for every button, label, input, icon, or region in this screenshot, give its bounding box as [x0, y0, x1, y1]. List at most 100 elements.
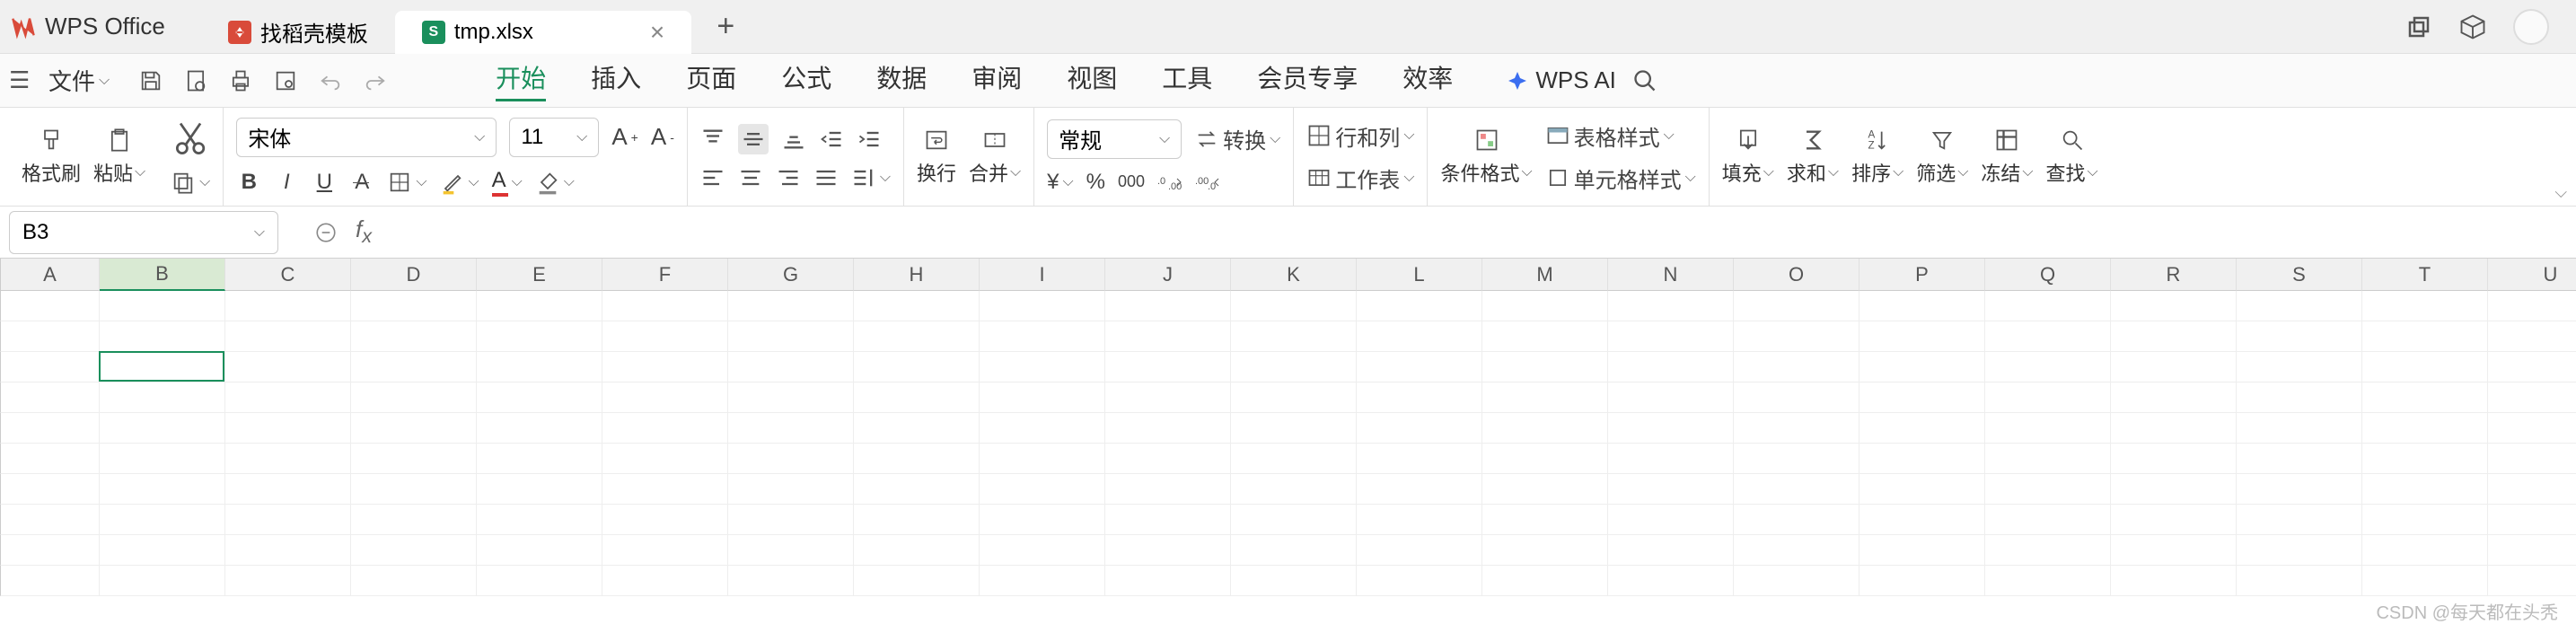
cell[interactable]	[1482, 382, 1608, 413]
cell[interactable]	[980, 535, 1105, 566]
column-header[interactable]: J	[1105, 259, 1231, 291]
cell[interactable]	[1357, 535, 1482, 566]
font-name-combo[interactable]: 宋体⌵	[236, 118, 497, 157]
fx-icon[interactable]: fx	[356, 215, 372, 248]
cell[interactable]	[854, 535, 980, 566]
cell[interactable]	[1105, 444, 1231, 474]
name-box[interactable]: B3 ⌵	[9, 211, 278, 254]
column-header[interactable]: D	[351, 259, 477, 291]
decrease-indent-icon[interactable]	[819, 127, 844, 152]
cancel-icon[interactable]	[314, 221, 338, 244]
align-top-icon[interactable]	[700, 127, 725, 152]
cell[interactable]	[1734, 291, 1859, 321]
cell[interactable]	[2111, 444, 2237, 474]
cell[interactable]	[225, 291, 351, 321]
cell[interactable]	[2362, 474, 2488, 505]
cell[interactable]	[2111, 352, 2237, 382]
window-restore-icon[interactable]	[2405, 13, 2432, 40]
sum-button[interactable]: 求和⌵	[1787, 127, 1839, 187]
cell[interactable]	[1734, 382, 1859, 413]
cell[interactable]	[2237, 291, 2362, 321]
column-header[interactable]: T	[2362, 259, 2488, 291]
cell[interactable]	[1608, 382, 1734, 413]
cell[interactable]	[1859, 444, 1985, 474]
cell[interactable]	[100, 382, 225, 413]
cell[interactable]	[602, 566, 728, 596]
cell[interactable]	[1231, 413, 1357, 444]
format-painter-button[interactable]: 格式刷	[22, 127, 81, 187]
cell[interactable]	[2362, 321, 2488, 352]
cell[interactable]	[1105, 566, 1231, 596]
tab-formula[interactable]: 公式	[781, 59, 831, 101]
cell[interactable]	[728, 566, 854, 596]
cell[interactable]	[2237, 566, 2362, 596]
column-header[interactable]: M	[1482, 259, 1608, 291]
cell[interactable]	[854, 321, 980, 352]
cell[interactable]	[1859, 382, 1985, 413]
cell[interactable]	[2111, 291, 2237, 321]
cond-format-button[interactable]: 条件格式⌵	[1440, 127, 1532, 187]
cell[interactable]	[100, 444, 225, 474]
tab-insert[interactable]: 插入	[591, 59, 641, 101]
cell[interactable]	[1608, 474, 1734, 505]
cell[interactable]	[2237, 352, 2362, 382]
cell[interactable]	[351, 505, 477, 535]
cell[interactable]	[980, 413, 1105, 444]
cell[interactable]	[1608, 291, 1734, 321]
cell[interactable]	[1231, 382, 1357, 413]
cell[interactable]	[477, 352, 602, 382]
cell[interactable]	[1357, 291, 1482, 321]
find-button[interactable]: 查找⌵	[2046, 127, 2098, 187]
new-tab-button[interactable]: +	[708, 9, 743, 44]
column-header[interactable]: R	[2111, 259, 2237, 291]
cell[interactable]	[980, 321, 1105, 352]
cell[interactable]	[477, 382, 602, 413]
cell[interactable]	[1231, 444, 1357, 474]
cell[interactable]	[1105, 535, 1231, 566]
cell[interactable]	[351, 474, 477, 505]
ribbon-collapse-icon[interactable]: ⌵	[2554, 183, 2567, 202]
cell[interactable]	[2111, 413, 2237, 444]
borders-button[interactable]: ⌵	[387, 170, 426, 195]
cube-icon[interactable]	[2459, 13, 2486, 40]
cell[interactable]	[100, 566, 225, 596]
orientation-button[interactable]: ⌵	[851, 165, 891, 190]
column-header[interactable]: I	[980, 259, 1105, 291]
cell[interactable]	[2488, 444, 2576, 474]
cell[interactable]	[1482, 444, 1608, 474]
cell[interactable]	[2237, 321, 2362, 352]
search-icon[interactable]	[1632, 68, 1657, 93]
wps-ai-button[interactable]: WPS AI	[1507, 66, 1616, 94]
cell[interactable]	[1985, 566, 2111, 596]
cell[interactable]	[1859, 474, 1985, 505]
cell[interactable]	[1231, 474, 1357, 505]
cell[interactable]	[602, 444, 728, 474]
italic-button[interactable]: I	[274, 170, 299, 195]
cell[interactable]	[1734, 321, 1859, 352]
cell[interactable]	[225, 382, 351, 413]
wrap-button[interactable]: 换行	[917, 127, 956, 187]
cell[interactable]	[351, 352, 477, 382]
cell[interactable]	[1482, 321, 1608, 352]
cell[interactable]	[100, 474, 225, 505]
cell[interactable]	[1608, 566, 1734, 596]
cell[interactable]	[1859, 352, 1985, 382]
cell-style-button[interactable]: 单元格样式⌵	[1545, 163, 1696, 194]
cell[interactable]	[1608, 535, 1734, 566]
cell[interactable]	[225, 321, 351, 352]
cell[interactable]	[980, 566, 1105, 596]
cell[interactable]	[225, 413, 351, 444]
cell[interactable]	[351, 535, 477, 566]
cell[interactable]	[225, 566, 351, 596]
cell[interactable]	[728, 444, 854, 474]
cell[interactable]	[1859, 291, 1985, 321]
cell[interactable]	[980, 474, 1105, 505]
cell[interactable]	[2237, 444, 2362, 474]
cell[interactable]	[1357, 444, 1482, 474]
cell[interactable]	[2111, 474, 2237, 505]
cell[interactable]	[1105, 413, 1231, 444]
file-menu[interactable]: 文件⌵	[48, 64, 110, 97]
cell[interactable]	[2488, 413, 2576, 444]
cell[interactable]	[1105, 321, 1231, 352]
cell[interactable]	[2488, 566, 2576, 596]
